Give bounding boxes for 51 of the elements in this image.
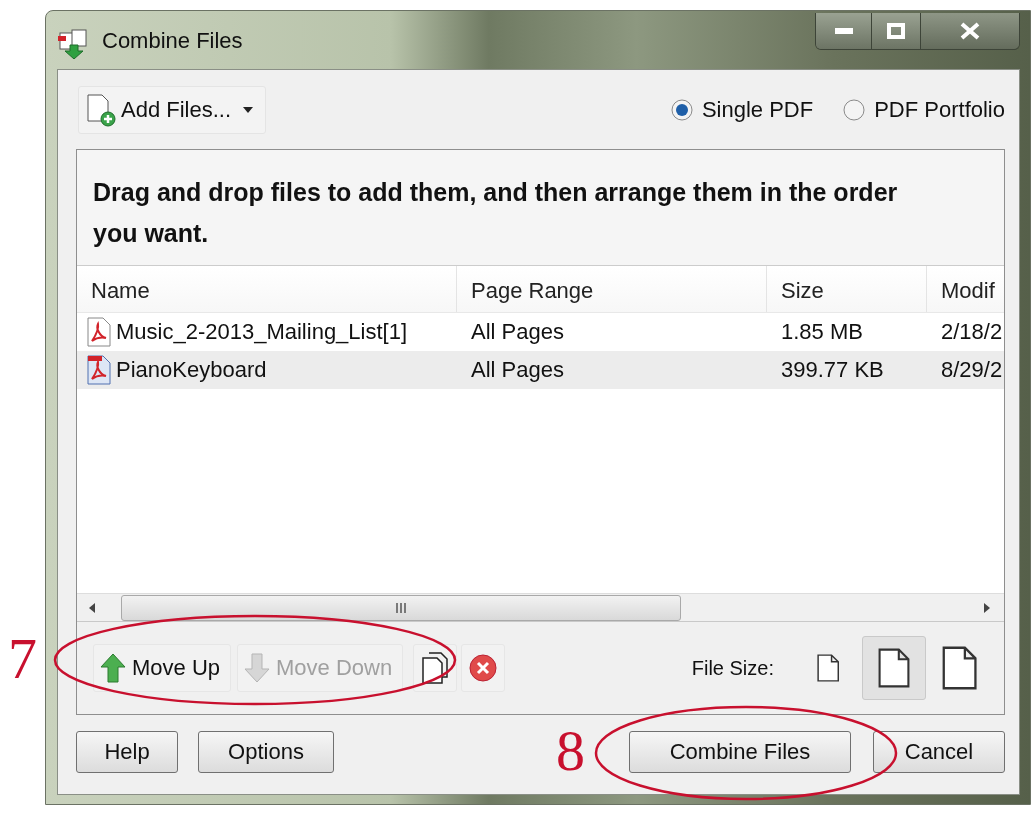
pdf-file-icon <box>86 355 112 385</box>
annotation-number: 8 <box>556 722 585 780</box>
annotation-number: 7 <box>8 630 37 688</box>
file-name: PianoKeyboard <box>116 357 267 383</box>
column-header[interactable]: Modif <box>927 266 1004 312</box>
close-icon <box>960 22 980 40</box>
copy-pages-icon <box>421 652 450 684</box>
table-cell-text: 399.77 KB <box>780 357 885 383</box>
scroll-left-icon <box>87 601 97 614</box>
dropdown-caret-icon <box>241 105 256 114</box>
horizontal-scrollbar[interactable] <box>77 593 1004 621</box>
remove-icon <box>468 653 499 683</box>
remove-button[interactable] <box>461 644 506 692</box>
page-icon <box>878 648 910 688</box>
output-radio-option[interactable]: PDF Portfolio <box>843 96 1005 123</box>
up-arrow-icon <box>100 653 126 683</box>
grip-icon <box>395 602 407 613</box>
instructions-text: Drag and drop files to add them, and then arrange them in the order you want. <box>77 150 1004 266</box>
close-button[interactable] <box>920 13 1019 49</box>
page-icon <box>816 654 840 682</box>
file-size-label: File Size: <box>691 656 774 680</box>
column-header[interactable]: Size <box>767 266 927 312</box>
combine-files-button[interactable]: Combine Files <box>629 730 851 773</box>
output-radio-option[interactable]: Single PDF <box>670 96 814 123</box>
cancel-button[interactable]: Cancel <box>873 730 1005 773</box>
table-cell-text: All Pages <box>470 357 565 383</box>
help-button[interactable]: Help <box>76 730 178 773</box>
options-button[interactable]: Options <box>198 730 334 773</box>
file-row[interactable]: PianoKeyboard All Pages 399.77 KB 8/29/2 <box>77 351 1004 389</box>
add-files-button[interactable]: Add Files... <box>78 85 267 134</box>
scroll-right-icon <box>982 601 992 614</box>
file-name: Music_2-2013_Mailing_List[1] <box>116 319 408 345</box>
pdf-file-icon <box>86 317 112 347</box>
move-up-button[interactable]: Move Up <box>93 644 232 692</box>
down-arrow-icon <box>244 653 271 683</box>
table-cell-text: 8/29/2 <box>940 357 1004 383</box>
minimize-button[interactable] <box>816 13 871 49</box>
copy-button[interactable] <box>413 644 458 692</box>
scrollbar-thumb[interactable] <box>121 594 681 621</box>
page-icon <box>942 646 978 690</box>
table-cell-text: 2/18/2 <box>940 319 1004 345</box>
add-file-icon <box>85 92 119 127</box>
maximize-icon <box>887 23 905 39</box>
column-header[interactable]: Page Range <box>457 266 767 312</box>
minimize-icon <box>834 28 853 34</box>
maximize-button[interactable] <box>871 13 920 49</box>
window-title: Combine Files <box>102 28 243 54</box>
column-header[interactable]: Name <box>77 266 457 312</box>
file-size-option[interactable] <box>862 636 926 700</box>
table-cell-text: 1.85 MB <box>780 319 864 345</box>
table-cell-text: All Pages <box>470 319 565 345</box>
